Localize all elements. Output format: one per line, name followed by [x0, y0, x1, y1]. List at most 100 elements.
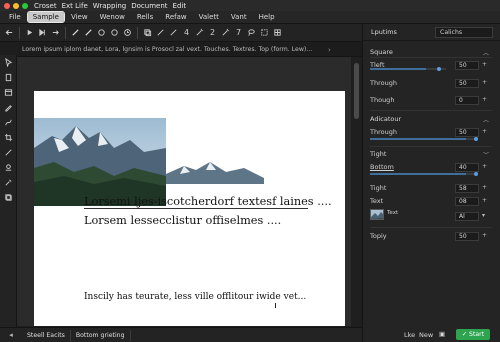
panel-search-field[interactable]: Calichs [435, 27, 493, 38]
menu-vant[interactable]: Vant [226, 12, 252, 22]
copy-icon[interactable] [141, 26, 154, 39]
stamp-icon[interactable] [0, 160, 17, 175]
swatch-value-field[interactable]: Al [455, 212, 479, 221]
step-icon[interactable] [49, 26, 62, 39]
layout-icon[interactable] [0, 85, 17, 100]
magic-wand-icon[interactable] [193, 26, 206, 39]
brush-tool-icon[interactable] [0, 145, 17, 160]
through-slider-knob[interactable] [474, 137, 478, 141]
title-item: Croset [34, 1, 57, 10]
text-value-field[interactable]: 08 [455, 197, 479, 206]
document-line-3[interactable]: Inscily has teurate, less ville offlitou… [84, 292, 306, 302]
bottom-slider-knob[interactable] [474, 172, 478, 176]
chevron-down-icon[interactable]: ▾ [482, 212, 485, 219]
menu-view[interactable]: View [66, 12, 93, 22]
chevron-up-icon[interactable]: ︿ [483, 115, 489, 124]
document-icon[interactable] [0, 70, 17, 85]
menu-help[interactable]: Help [254, 12, 280, 22]
next-icon[interactable] [36, 26, 49, 39]
document-line-1[interactable]: Lorsemi ljes-iscotcherdorf textesf laine… [84, 195, 332, 208]
stepper-icon[interactable]: + [482, 184, 487, 191]
circle-icon[interactable] [95, 26, 108, 39]
menu-sample[interactable]: Sample [26, 11, 65, 23]
sync-icon[interactable] [108, 26, 121, 39]
prop-topiy-label: Topiy [370, 232, 387, 240]
tab-bottom-grieting[interactable]: Bottom grieting [71, 329, 131, 341]
stepper-icon[interactable]: + [482, 79, 487, 86]
section-divider [370, 146, 492, 147]
chevron-down-icon[interactable]: ﹀ [483, 150, 489, 159]
crop-icon[interactable] [0, 130, 17, 145]
back-arrow-icon[interactable] [3, 26, 16, 39]
prop-through-2-label: Through [370, 128, 397, 136]
document-line-2[interactable]: Lorsem lessecclistur offiselmes .... [84, 214, 281, 227]
menu-file[interactable]: File [4, 12, 26, 22]
text-cursor [275, 303, 276, 308]
topiy-value-field[interactable]: 50 [455, 232, 479, 241]
menu-bar: File Sample View Wenow Rells Refaw Valet… [0, 11, 500, 24]
vertical-scrollbar[interactable] [352, 57, 361, 326]
select-tool-icon[interactable] [0, 55, 17, 70]
title-item: Document [131, 1, 168, 10]
bottom-value-field[interactable]: 40 [455, 163, 479, 172]
save-icon[interactable]: ▣ [439, 330, 445, 338]
play-icon[interactable] [23, 26, 36, 39]
prop-tight-label: Tight [370, 184, 387, 192]
text-underline [84, 208, 308, 209]
chevron-up-icon[interactable]: ︿ [483, 48, 489, 57]
number-2[interactable]: 2 [206, 26, 219, 39]
chevron-right-icon[interactable]: › [328, 46, 331, 54]
image-thumbnail[interactable] [370, 209, 384, 220]
section-tight[interactable]: Tight [370, 150, 386, 158]
prop-through-label: Through [370, 79, 397, 87]
section-square[interactable]: Square [370, 48, 393, 56]
like-button[interactable]: Lke [404, 331, 415, 339]
magic-wand-alt-icon[interactable] [219, 26, 232, 39]
menu-valett[interactable]: Valett [194, 12, 224, 22]
title-item: Ext Life [61, 1, 88, 10]
tight-value-field[interactable]: 58 [455, 184, 479, 193]
new-button[interactable]: New [419, 331, 433, 339]
pen-tool-icon[interactable] [69, 26, 82, 39]
tleft-slider-knob[interactable] [437, 67, 441, 71]
bottom-tab-bar: ◂ Steell Eacits Bottom grieting [0, 327, 362, 342]
eyedropper-icon[interactable] [0, 175, 17, 190]
line-tool-icon[interactable] [82, 26, 95, 39]
grid-icon[interactable] [271, 26, 284, 39]
stepper-icon[interactable]: + [482, 163, 487, 170]
main-toolbar: 4 2 7 [0, 24, 362, 42]
tleft-value-field[interactable]: 50 [455, 61, 479, 70]
section-adicatour[interactable]: Adicatour [370, 115, 401, 123]
zoom-window-button[interactable] [22, 2, 28, 9]
number-4[interactable]: 4 [180, 26, 193, 39]
layers-icon[interactable] [0, 190, 17, 205]
lasso-icon[interactable] [245, 26, 258, 39]
menu-wenow[interactable]: Wenow [95, 12, 130, 22]
brush-icon[interactable] [154, 26, 167, 39]
stepper-icon[interactable]: + [482, 128, 487, 135]
start-button[interactable]: ✓ Start [456, 329, 490, 340]
stepper-icon[interactable]: + [482, 197, 487, 204]
tab-steell-eacits[interactable]: Steell Eacits [22, 329, 71, 341]
curve-tool-icon[interactable] [0, 115, 17, 130]
back-arrow-icon[interactable]: ◂ [0, 331, 22, 339]
stepper-icon[interactable]: + [482, 96, 487, 103]
through-value-field[interactable]: 50 [455, 79, 479, 88]
transform-icon[interactable] [258, 26, 271, 39]
though-value-field[interactable]: 0 [455, 96, 479, 105]
brush-alt-icon[interactable] [167, 26, 180, 39]
close-window-button[interactable] [4, 2, 10, 9]
menu-rells[interactable]: Rells [132, 12, 158, 22]
scrollbar-thumb[interactable] [354, 63, 359, 119]
minimize-window-button[interactable] [13, 2, 19, 9]
mountain-image[interactable] [34, 118, 264, 206]
through-2-value-field[interactable]: 50 [455, 128, 479, 137]
menu-refaw[interactable]: Refaw [160, 12, 191, 22]
pencil-icon[interactable] [0, 100, 17, 115]
document-page[interactable]: Lorsemi ljes-iscotcherdorf textesf laine… [34, 91, 345, 326]
stepper-icon[interactable]: + [482, 61, 487, 68]
stepper-icon[interactable]: + [482, 232, 487, 239]
history-icon[interactable] [121, 26, 134, 39]
prop-though-label: Though [370, 96, 395, 104]
number-7[interactable]: 7 [232, 26, 245, 39]
